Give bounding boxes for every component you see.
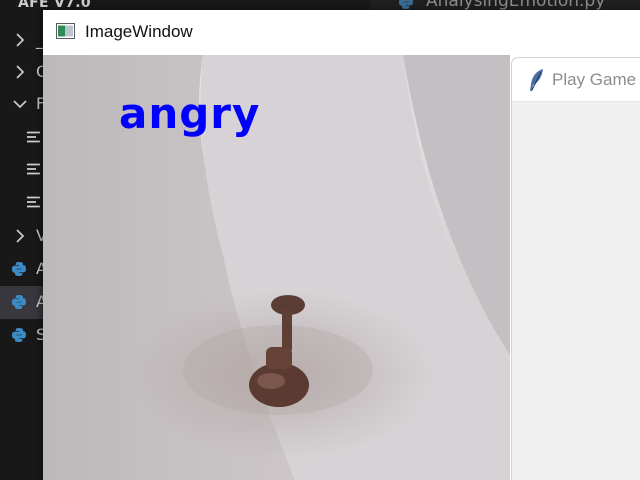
chevron-right-icon: [16, 33, 25, 47]
python-file-icon: [12, 262, 26, 276]
emotion-label: angry: [119, 89, 261, 138]
python-file-icon: [12, 295, 26, 309]
play-game-title: Play Game: [552, 70, 637, 89]
chevron-down-icon: [13, 100, 27, 109]
play-game-window[interactable]: Play Game: [511, 57, 640, 480]
python-file-icon: [399, 0, 413, 9]
chevron-right-icon: [16, 65, 25, 79]
image-window-titlebar[interactable]: ImageWindow: [43, 10, 640, 55]
chevron-right-icon: [16, 229, 25, 243]
file-lines-icon: [27, 196, 40, 208]
file-lines-icon: [27, 163, 40, 175]
camera-image: [43, 55, 510, 480]
python-file-icon: [12, 328, 26, 342]
file-lines-icon: [27, 131, 40, 143]
tk-feather-icon: [530, 69, 543, 91]
image-window-title: ImageWindow: [85, 22, 193, 41]
play-game-titlebar[interactable]: Play Game: [512, 58, 640, 102]
app-window-icon: [56, 23, 75, 39]
camera-frame: angry: [43, 55, 510, 480]
